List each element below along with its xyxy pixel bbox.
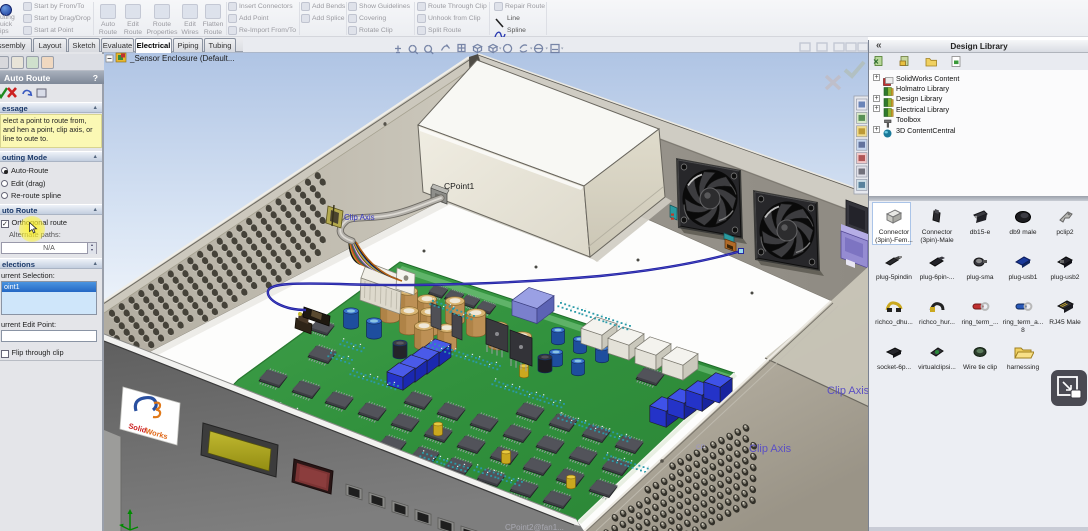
svg-text:Clip Axis: Clip Axis: [827, 385, 868, 397]
svg-text:_Sensor Enclosure (Default...: _Sensor Enclosure (Default...: [129, 54, 235, 63]
svg-text:CP: CP: [696, 444, 705, 451]
svg-text:CPoint2@fan1...: CPoint2@fan1...: [505, 523, 564, 531]
svg-text:CPoint1: CPoint1: [444, 181, 475, 191]
svg-text:Clip Axis: Clip Axis: [749, 443, 792, 455]
svg-text:Clip Axis: Clip Axis: [344, 213, 375, 222]
